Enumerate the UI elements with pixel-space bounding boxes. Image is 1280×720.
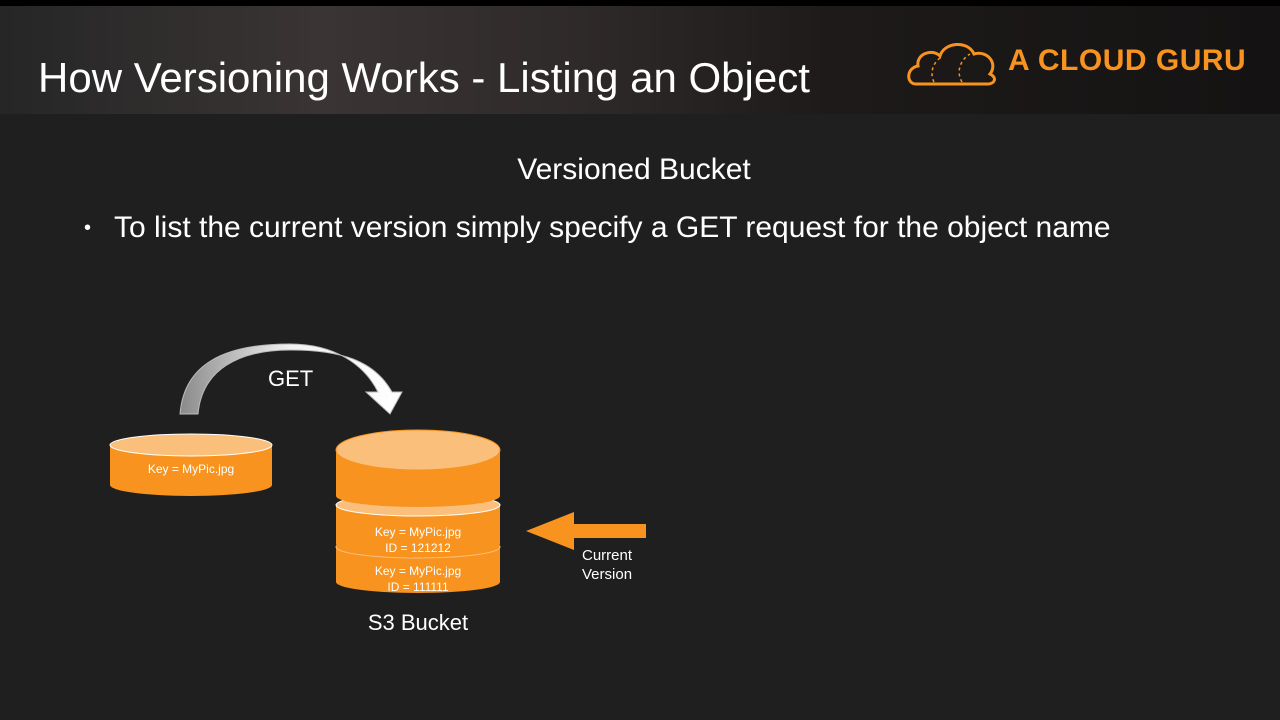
get-label: GET xyxy=(268,366,314,391)
bucket-label: S3 Bucket xyxy=(367,610,469,635)
current-version-arrow xyxy=(526,512,646,550)
current-version-label-line2: Version xyxy=(582,566,633,583)
versioning-diagram xyxy=(109,343,646,593)
current-version-label-line1: Current xyxy=(582,547,633,564)
version-current-id: ID = 121212 xyxy=(385,541,451,555)
version-old-id: ID = 111111 xyxy=(387,580,449,594)
bucket-top xyxy=(335,429,501,507)
version-current-key: Key = MyPic.jpg xyxy=(374,525,462,539)
source-object-key: Key = MyPic.jpg xyxy=(147,462,235,476)
version-old-key: Key = MyPic.jpg xyxy=(374,564,462,578)
